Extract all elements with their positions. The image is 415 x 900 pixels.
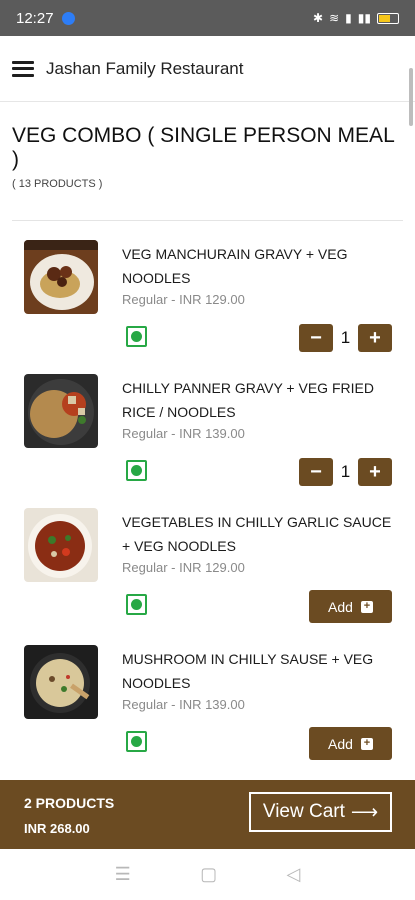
item-name[interactable]: VEG MANCHURAIN GRAVY + VEG NOODLES: [122, 242, 392, 290]
minus-icon: −: [310, 460, 322, 483]
cart-count: 2 PRODUCTS: [24, 795, 115, 811]
arrow-right-icon: ⟶: [350, 801, 379, 823]
product-image[interactable]: [24, 508, 98, 582]
cart-bar: 2 PRODUCTS INR 268.00 View Cart ⟶: [0, 780, 415, 849]
veg-mark-icon: [126, 731, 147, 752]
category-count: ( 13 PRODUCTS ): [12, 178, 103, 190]
back-icon[interactable]: ◁: [286, 864, 300, 885]
plus-icon: +: [369, 460, 381, 483]
status-bar: 12:27 ✱ ≋ ▮ ▮▮: [0, 0, 415, 36]
app-bar: Jashan Family Restaurant: [0, 36, 415, 102]
status-time: 12:27: [16, 9, 54, 27]
decrease-button[interactable]: −: [299, 324, 333, 352]
product-image[interactable]: [24, 240, 98, 314]
list-item: VEGETABLES IN CHILLY GARLIC SAUCE + VEG …: [0, 508, 415, 642]
product-list: VEG COMBO ( SINGLE PERSON MEAL ) ( 13 PR…: [0, 102, 415, 780]
view-cart-button[interactable]: View Cart ⟶: [249, 792, 392, 832]
veg-mark-icon: [126, 326, 147, 347]
item-price: Regular - INR 139.00: [122, 426, 245, 441]
add-button[interactable]: Add +: [309, 727, 392, 760]
item-name[interactable]: MUSHROOM IN CHILLY SAUSE + VEG NOODLES: [122, 647, 392, 695]
battery-icon: [377, 12, 399, 24]
hamburger-icon[interactable]: [12, 60, 34, 77]
wifi-icon: ≋: [329, 11, 340, 25]
divider: [12, 220, 403, 221]
add-plus-icon: +: [360, 737, 373, 750]
plus-icon: +: [369, 326, 381, 349]
item-name[interactable]: CHILLY PANNER GRAVY + VEG FRIED RICE / N…: [122, 376, 392, 424]
quantity-value: 1: [340, 462, 351, 481]
list-item: VEG MANCHURAIN GRAVY + VEG NOODLES Regul…: [0, 240, 415, 374]
view-cart-label: View Cart: [262, 801, 345, 822]
system-nav-bar: ☰ ▢ ◁: [0, 849, 415, 900]
increase-button[interactable]: +: [358, 458, 392, 486]
add-button[interactable]: Add +: [309, 590, 392, 623]
increase-button[interactable]: +: [358, 324, 392, 352]
add-plus-icon: +: [360, 600, 373, 613]
item-name[interactable]: VEGETABLES IN CHILLY GARLIC SAUCE + VEG …: [122, 510, 392, 558]
veg-mark-icon: [126, 594, 147, 615]
network-icon: ▮▮: [357, 11, 371, 25]
signal-icon: ▮: [345, 11, 352, 25]
add-label: Add: [328, 598, 353, 615]
decrease-button[interactable]: −: [299, 458, 333, 486]
app-title: Jashan Family Restaurant: [46, 58, 244, 78]
home-icon[interactable]: ▢: [200, 864, 217, 885]
quantity-value: 1: [340, 328, 351, 347]
status-icons: ✱ ≋ ▮ ▮▮: [313, 11, 399, 25]
product-image[interactable]: [24, 645, 98, 719]
bluetooth-icon: ✱: [313, 11, 324, 25]
item-price: Regular - INR 129.00: [122, 292, 245, 307]
list-item: CHILLY PANNER GRAVY + VEG FRIED RICE / N…: [0, 374, 415, 508]
quantity-stepper: − 1 +: [299, 324, 392, 352]
cart-total: INR 268.00: [24, 821, 90, 836]
veg-mark-icon: [126, 460, 147, 481]
minus-icon: −: [310, 326, 322, 349]
item-price: Regular - INR 129.00: [122, 560, 245, 575]
quantity-stepper: − 1 +: [299, 458, 392, 486]
product-image[interactable]: [24, 374, 98, 448]
location-icon: [61, 11, 75, 25]
recents-icon[interactable]: ☰: [115, 864, 131, 885]
add-label: Add: [328, 735, 353, 752]
item-price: Regular - INR 139.00: [122, 697, 245, 712]
category-title: VEG COMBO ( SINGLE PERSON MEAL ): [12, 124, 394, 171]
list-item: MUSHROOM IN CHILLY SAUSE + VEG NOODLES R…: [0, 645, 415, 779]
